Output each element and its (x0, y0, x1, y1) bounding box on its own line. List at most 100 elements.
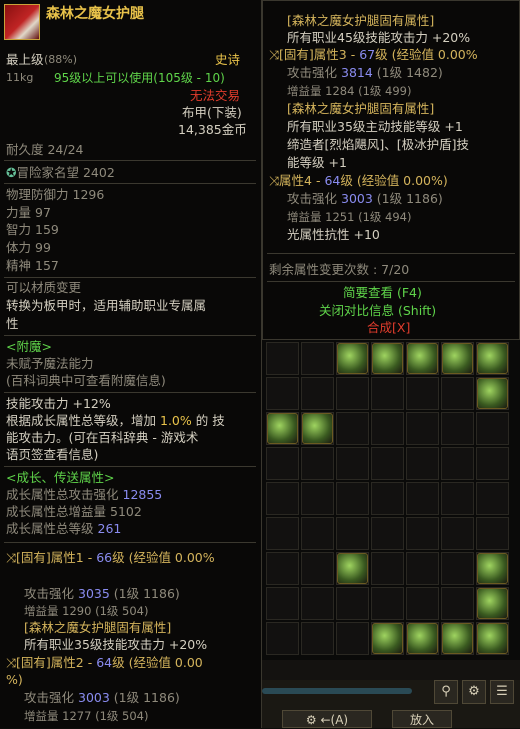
inventory-slot[interactable] (441, 622, 474, 655)
inventory-item[interactable] (477, 378, 508, 409)
inventory-slot[interactable] (301, 622, 334, 655)
attr2-header: ⤨[固有]属性2 - 64级 (经验值 0.00 (6, 655, 203, 671)
inventory-slot[interactable] (406, 412, 439, 445)
inventory-item[interactable] (302, 413, 333, 444)
inventory-slot[interactable] (371, 622, 404, 655)
inventory-slot[interactable] (336, 447, 369, 480)
inventory-slot[interactable] (371, 552, 404, 585)
attr3-level: 67 (359, 47, 376, 62)
inventory-slot[interactable] (441, 412, 474, 445)
inventory-slot[interactable] (476, 447, 509, 480)
inventory-item[interactable] (337, 553, 368, 584)
inventory-slot[interactable] (266, 412, 299, 445)
put-in-button[interactable]: 放入 (392, 710, 452, 728)
inventory-slot[interactable] (476, 377, 509, 410)
inventory-slot[interactable] (301, 377, 334, 410)
inventory-slot[interactable] (336, 377, 369, 410)
inventory-item[interactable] (407, 623, 438, 654)
inventory-slot[interactable] (336, 552, 369, 585)
inventory-slot[interactable] (441, 342, 474, 375)
inventory-slot[interactable] (476, 552, 509, 585)
inventory-slot[interactable] (441, 482, 474, 515)
brief-view-link[interactable]: 简要查看 (F4) (343, 285, 422, 301)
search-button[interactable]: ⚲ (434, 680, 458, 704)
inventory-slot[interactable] (301, 482, 334, 515)
inventory-slot[interactable] (336, 622, 369, 655)
inventory-item[interactable] (477, 343, 508, 374)
inventory-slot[interactable] (441, 552, 474, 585)
inventory-slot[interactable] (371, 377, 404, 410)
inventory-slot[interactable] (476, 482, 509, 515)
inventory-slot[interactable] (301, 552, 334, 585)
inventory-slot[interactable] (371, 517, 404, 550)
inventory-slot[interactable] (266, 552, 299, 585)
inventory-item[interactable] (267, 413, 298, 444)
inventory-slot[interactable] (406, 377, 439, 410)
inventory-slot[interactable] (371, 447, 404, 480)
inventory-slot[interactable] (371, 342, 404, 375)
inventory-slot[interactable] (301, 587, 334, 620)
inventory-item[interactable] (442, 623, 473, 654)
attr3-gain: 增益量 1284 (1级 499) (287, 83, 412, 99)
inventory-slot[interactable] (336, 412, 369, 445)
inventory-slot[interactable] (371, 412, 404, 445)
inventory-slot[interactable] (266, 622, 299, 655)
attr2-tail: 级 (经验值 0.00 (112, 655, 203, 670)
inventory-slot[interactable] (441, 377, 474, 410)
compose-link[interactable]: 合成[X] (367, 320, 410, 336)
inventory-slot[interactable] (476, 517, 509, 550)
inventory-slot[interactable] (441, 447, 474, 480)
settings-button[interactable]: ⚙ (462, 680, 486, 704)
inventory-slot[interactable] (406, 342, 439, 375)
inventory-slot[interactable] (266, 517, 299, 550)
inventory-slot[interactable] (406, 447, 439, 480)
attr1-header: ⤨[固有]属性1 - 66级 (经验值 0.00% (6, 550, 215, 566)
inventory-item[interactable] (407, 343, 438, 374)
inventory-slot[interactable] (301, 412, 334, 445)
inventory-slot[interactable] (301, 447, 334, 480)
inventory-slot[interactable] (266, 342, 299, 375)
item-level-req: 95级以上可以使用(105级 - 10) (54, 71, 225, 85)
inventory-slot[interactable] (336, 342, 369, 375)
inventory-slot[interactable] (266, 447, 299, 480)
sort-button[interactable]: ⚙ ←(A) (282, 710, 372, 728)
inventory-slot[interactable] (476, 587, 509, 620)
inventory-item[interactable] (477, 553, 508, 584)
inventory-slot[interactable] (371, 482, 404, 515)
inventory-slot[interactable] (476, 342, 509, 375)
growth-lvl: 成长属性总等级 261 (6, 521, 121, 537)
inventory-item[interactable] (372, 623, 403, 654)
inventory-slot[interactable] (406, 482, 439, 515)
inventory-slot[interactable] (371, 587, 404, 620)
item-grade: 最上级 (6, 52, 44, 67)
inventory-slot[interactable] (266, 482, 299, 515)
inventory-slot[interactable] (336, 587, 369, 620)
inventory-slot[interactable] (336, 517, 369, 550)
inventory-slot[interactable] (301, 342, 334, 375)
inventory-slot[interactable] (266, 587, 299, 620)
attr1-fixed-desc: 所有职业35级技能攻击力 +20% (24, 637, 208, 652)
inventory-item[interactable] (337, 343, 368, 374)
inventory-slot[interactable] (406, 552, 439, 585)
inventory-slot[interactable] (476, 412, 509, 445)
inventory-item[interactable] (477, 623, 508, 654)
stat-row: 体力 99 (6, 240, 51, 256)
inventory-item[interactable] (477, 588, 508, 619)
inventory-slot[interactable] (406, 587, 439, 620)
inventory-slot[interactable] (406, 517, 439, 550)
inventory-item[interactable] (442, 343, 473, 374)
inventory-slot[interactable] (441, 517, 474, 550)
inventory-slot[interactable] (406, 622, 439, 655)
inventory-slot[interactable] (336, 482, 369, 515)
stat-label: 力量 (6, 205, 32, 220)
inventory-slot[interactable] (441, 587, 474, 620)
inventory-slot[interactable] (266, 377, 299, 410)
inventory-slot[interactable] (476, 622, 509, 655)
inventory-scrollbar[interactable] (262, 688, 412, 694)
inventory-item[interactable] (372, 343, 403, 374)
item-trade-status: 无法交易 (190, 88, 241, 103)
inventory-slot[interactable] (301, 517, 334, 550)
list-button[interactable]: ☰ (490, 680, 514, 704)
divider (267, 281, 515, 282)
close-compare-link[interactable]: 关闭对比信息 (Shift) (319, 303, 436, 319)
